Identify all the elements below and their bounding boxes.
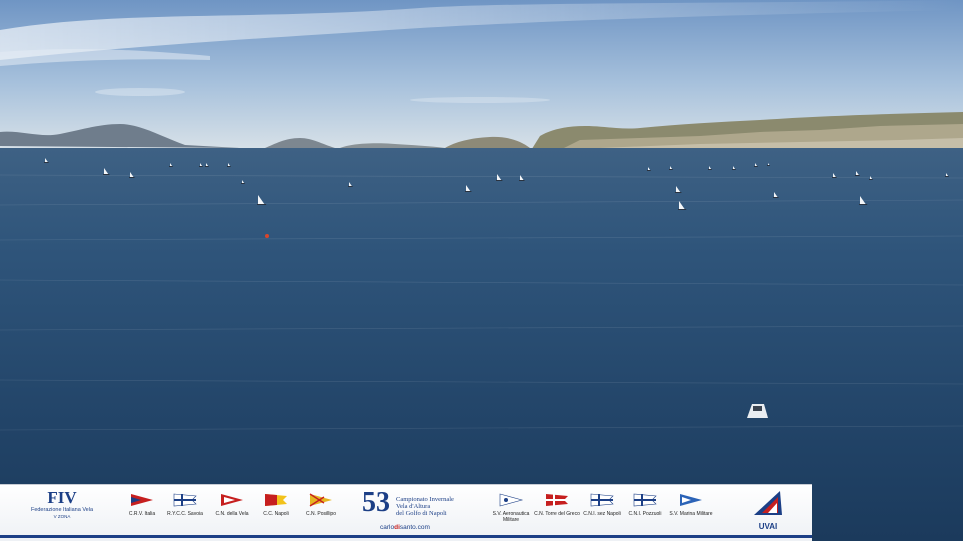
- photo-credit: carlodisanto.com: [380, 524, 430, 531]
- club-cni-pozzuoli: C.N.I. Pozzuoli: [626, 493, 664, 517]
- sailboat-hull: [257, 204, 267, 205]
- sailboat-hull: [669, 169, 673, 170]
- sailboat-hull: [205, 166, 209, 167]
- sailboat-hull: [465, 191, 472, 192]
- sailboat-hull: [773, 197, 779, 198]
- sailboat-hull: [496, 180, 503, 181]
- sailboat-hull: [348, 186, 353, 187]
- sailboat-hull: [678, 209, 687, 210]
- sailboat-hull: [675, 192, 682, 193]
- blue-cross-burgee-icon: [633, 493, 657, 507]
- club-label: C.N. Torre del Greco: [534, 511, 580, 517]
- club-sv-marina-militare: S.V. Marina Militare: [666, 493, 716, 517]
- club-cni-napoli: C.N.I. sez Napoli: [582, 493, 622, 517]
- marker-buoy: [265, 234, 269, 238]
- sailboat-hull: [767, 165, 770, 166]
- fiv-subtitle: Federazione Italiana Vela: [30, 507, 94, 513]
- fiv-mark: FIV: [47, 488, 77, 507]
- club-cn-torre-del-greco: C.N. Torre del Greco: [534, 493, 580, 517]
- championship-logo: 53 Campionato Invernale Vela d'Altura de…: [360, 488, 456, 534]
- gold-cross-pennant-icon: [309, 493, 332, 507]
- club-label: S.V. Aeronautica Militare: [492, 511, 530, 523]
- sailboat-hull: [44, 162, 49, 163]
- uvai-logo: UVAI: [748, 489, 788, 531]
- club-label: C.N.I. Pozzuoli: [628, 511, 662, 517]
- sailboat-hull: [227, 166, 231, 167]
- sponsor-banner: FIV Federazione Italiana Vela V ZONA C.R…: [0, 484, 812, 541]
- sailboat-hull: [241, 183, 245, 184]
- club-sv-aeronautica: S.V. Aeronautica Militare: [488, 493, 534, 523]
- sailboat-hull: [169, 166, 173, 167]
- fiv-logo: FIV Federazione Italiana Vela V ZONA: [22, 489, 102, 520]
- edition-number: 53: [362, 487, 390, 518]
- club-crv-italia: C.R.V. Italia: [124, 493, 160, 517]
- sailboat-hull: [869, 179, 873, 180]
- red-pennant-icon: [131, 494, 153, 506]
- red-white-pennant-icon: [221, 494, 243, 506]
- club-label: C.N.I. sez Napoli: [583, 511, 621, 517]
- sailboat-hull: [519, 180, 525, 181]
- sailboat-hull: [199, 166, 203, 167]
- club-label: R.Y.C.C. Savoia: [167, 511, 203, 517]
- club-cc-napoli: C.C. Napoli: [258, 493, 294, 517]
- club-label: S.V. Marina Militare: [669, 511, 713, 517]
- club-rycc-savoia: R.Y.C.C. Savoia: [164, 493, 206, 517]
- fiv-zone: V ZONA: [53, 514, 71, 519]
- uvai-sail-icon: [754, 491, 782, 515]
- club-label: C.R.V. Italia: [128, 511, 156, 517]
- uvai-text: UVAI: [758, 522, 778, 531]
- sailboat-hull: [832, 177, 837, 178]
- championship-title: Campionato Invernale Vela d'Altura del G…: [396, 496, 454, 517]
- sailboat-hull: [708, 169, 712, 170]
- club-cn-della-vela: C.N. della Vela: [212, 493, 252, 517]
- regatta-photo: [0, 0, 963, 541]
- blue-cross-burgee-icon: [590, 493, 614, 507]
- yellow-red-burgee-icon: [265, 494, 287, 506]
- sea: [0, 148, 963, 541]
- club-label: C.C. Napoli: [263, 511, 289, 517]
- sailboat-hull: [855, 175, 860, 176]
- club-label: C.N. Posillipo: [305, 511, 336, 517]
- white-pennant-icon: [499, 493, 524, 507]
- blue-pennant-icon: [680, 494, 702, 506]
- blue-cross-burgee-icon: [173, 493, 197, 507]
- sailboat-hull: [103, 174, 110, 175]
- sailboat-hull: [647, 170, 651, 171]
- sailboat-hull: [129, 177, 135, 178]
- red-cross-burgee-icon: [546, 494, 568, 506]
- sailboat-hull: [732, 169, 736, 170]
- club-label: C.N. della Vela: [215, 511, 249, 517]
- sailboat-hull: [859, 204, 868, 205]
- club-cn-posillipo: C.N. Posillipo: [300, 493, 342, 517]
- sailboat-hull: [945, 176, 949, 177]
- sailboat-hull: [754, 166, 758, 167]
